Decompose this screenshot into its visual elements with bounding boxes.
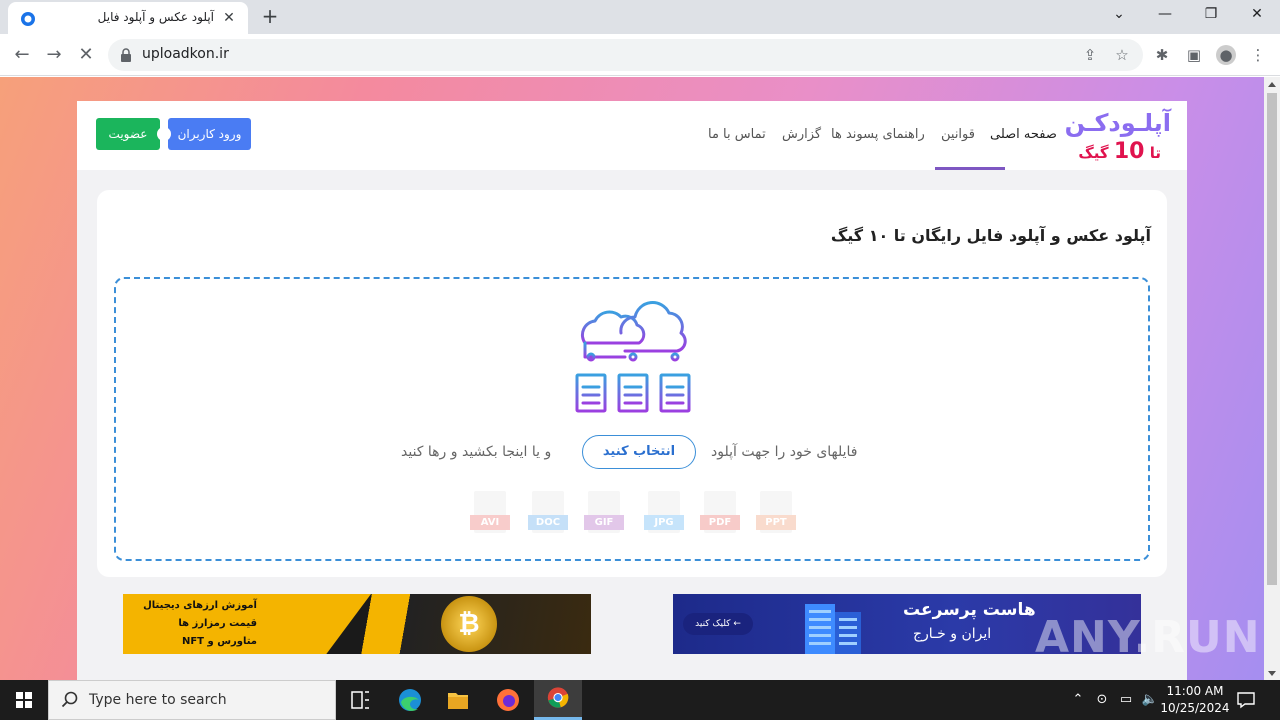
crypto-ad-line-2: قیمت رمزارز ها: [178, 618, 257, 629]
tab-search-icon[interactable]: ⌄: [1096, 0, 1142, 30]
upload-dropzone[interactable]: فایلهای خود را جهت آپلود انتخاب کنید و ی…: [114, 277, 1150, 561]
nav-report[interactable]: گزارش: [782, 127, 821, 142]
logo-tagline-number: 10: [1113, 139, 1145, 164]
restore-icon[interactable]: ❐: [1188, 0, 1234, 30]
scrollbar-thumb[interactable]: [1267, 93, 1277, 585]
hosting-ad-subtitle: ایران و خـارج: [913, 626, 992, 642]
tray-overflow-icon[interactable]: ⌃: [1068, 690, 1088, 710]
firefox-icon[interactable]: [484, 680, 532, 720]
browser-tab[interactable]: آپلود عکس و آپلود فایل ✕: [8, 2, 248, 34]
taskbar-search[interactable]: Type here to search: [48, 680, 336, 720]
filetype-jpg-label: JPG: [644, 515, 684, 530]
upload-card: آپلود عکس و آپلود فایل رایگان تا ۱۰ گیگ: [97, 190, 1167, 577]
tab-close-icon[interactable]: ✕: [220, 9, 238, 27]
menu-kebab-icon[interactable]: ⋮: [1248, 45, 1268, 65]
windows-taskbar: Type here to search ⌃ ⊙ ▭ 🔈 11:00 AM 10/…: [0, 680, 1280, 720]
forward-icon[interactable]: →: [42, 43, 66, 67]
back-icon[interactable]: ←: [10, 43, 34, 67]
filetype-doc-icon: DOC: [528, 491, 568, 537]
hosting-ad-cta-label: کلیک کنید: [695, 619, 731, 629]
search-icon: [61, 691, 78, 708]
minimize-icon[interactable]: —: [1142, 0, 1188, 30]
logo-tagline-suffix: گیگ: [1078, 144, 1109, 162]
crypto-ad-line-1: آموزش ارزهای دیجیتال: [143, 600, 257, 611]
address-bar[interactable]: uploadkon.ir ⇪ ☆: [108, 39, 1143, 71]
task-view-icon[interactable]: [336, 680, 384, 720]
scroll-down-icon[interactable]: [1268, 671, 1276, 676]
browser-tab-strip: آپلود عکس و آپلود فایل ✕ + ⌄ — ❐ ✕: [0, 0, 1280, 34]
tray-security-icon[interactable]: ⊙: [1092, 690, 1112, 710]
side-panel-icon[interactable]: ▣: [1184, 45, 1204, 65]
nav-active-indicator: [935, 167, 1005, 170]
browser-toolbar: ← → ✕ uploadkon.ir ⇪ ☆ ✱ ▣ ● ⋮: [0, 34, 1280, 76]
anyrun-watermark: ANY.RUN: [1035, 612, 1261, 663]
filetype-jpg-icon: JPG: [644, 491, 684, 537]
cloud-upload-icon: [575, 301, 691, 413]
page-viewport: آپلـودکـن تا 10 گیگ صفحه اصلی قوانین راه…: [0, 77, 1264, 680]
filetype-avi-label: AVI: [470, 515, 510, 530]
share-icon[interactable]: ⇪: [1081, 46, 1099, 64]
scroll-up-icon[interactable]: [1268, 82, 1276, 87]
filetype-gif-label: GIF: [584, 515, 624, 530]
page-scrollbar[interactable]: [1264, 77, 1280, 680]
stop-loading-icon[interactable]: ✕: [74, 43, 98, 67]
chrome-icon[interactable]: [534, 680, 582, 720]
filetype-avi-icon: AVI: [470, 491, 510, 537]
nav-home[interactable]: صفحه اصلی: [990, 127, 1057, 142]
select-files-button[interactable]: انتخاب کنید: [582, 435, 696, 469]
file-types-row: PPT PDF JPG GIF DOC AVI: [416, 479, 876, 549]
filetype-ppt-label: PPT: [756, 515, 796, 530]
lock-icon: [121, 48, 131, 62]
login-button[interactable]: ورود کاربران: [168, 118, 251, 150]
drop-instruction-right: فایلهای خود را جهت آپلود: [711, 444, 858, 460]
search-placeholder: Type here to search: [89, 692, 227, 708]
edge-browser-icon[interactable]: [386, 680, 434, 720]
hosting-ad-headline: هاست پرسرعت: [903, 600, 1036, 620]
drop-instruction-left: و یا اینجا بکشید و رها کنید: [401, 444, 552, 460]
filetype-pdf-label: PDF: [700, 515, 740, 530]
file-explorer-icon[interactable]: [434, 680, 482, 720]
windows-start-icon[interactable]: [0, 680, 48, 720]
crypto-ad-banner[interactable]: آموزش ارزهای دیجیتال قیمت رمزارز ها متاو…: [123, 594, 591, 654]
nav-contact[interactable]: تماس با ما: [708, 127, 766, 142]
site-logo-tagline: تا 10 گیگ: [1078, 139, 1161, 164]
clock-date: 10/25/2024: [1160, 701, 1230, 715]
url-text[interactable]: uploadkon.ir: [142, 46, 229, 62]
filetype-pdf-icon: PDF: [700, 491, 740, 537]
new-tab-button[interactable]: +: [258, 5, 282, 29]
extensions-icon[interactable]: ✱: [1152, 45, 1172, 65]
tab-title: آپلود عکس و آپلود فایل: [97, 10, 214, 24]
filetype-gif-icon: GIF: [584, 491, 624, 537]
site-favicon-icon: [21, 12, 35, 26]
nav-extension-guide[interactable]: راهنمای پسوند ها: [831, 127, 925, 142]
bitcoin-coin-icon: ₿: [441, 596, 497, 652]
nav-rules[interactable]: قوانین: [941, 127, 975, 142]
bookmark-star-icon[interactable]: ☆: [1113, 46, 1131, 64]
server-building-icon: [805, 604, 861, 654]
site-header: آپلـودکـن تا 10 گیگ صفحه اصلی قوانین راه…: [77, 101, 1187, 170]
clock-time: 11:00 AM: [1166, 684, 1224, 698]
taskbar-clock[interactable]: 11:00 AM 10/25/2024: [1160, 683, 1230, 717]
filetype-ppt-icon: PPT: [756, 491, 796, 537]
upload-title: آپلود عکس و آپلود فایل رایگان تا ۱۰ گیگ: [830, 226, 1151, 245]
volume-icon[interactable]: 🔈: [1140, 690, 1160, 710]
join-button[interactable]: عضویت: [96, 118, 160, 150]
filetype-doc-label: DOC: [528, 515, 568, 530]
hosting-ad-cta[interactable]: ← کلیک کنید: [683, 613, 753, 635]
buttons-separator-dot: [157, 127, 171, 141]
close-window-icon[interactable]: ✕: [1234, 0, 1280, 30]
network-icon[interactable]: ▭: [1116, 690, 1136, 710]
site-logo[interactable]: آپلـودکـن: [1065, 109, 1171, 137]
profile-avatar-icon[interactable]: ●: [1216, 45, 1236, 65]
crypto-ad-line-3: متاورس و NFT: [181, 636, 257, 647]
notification-icon[interactable]: [1236, 690, 1256, 710]
logo-tagline-prefix: تا: [1149, 144, 1161, 162]
